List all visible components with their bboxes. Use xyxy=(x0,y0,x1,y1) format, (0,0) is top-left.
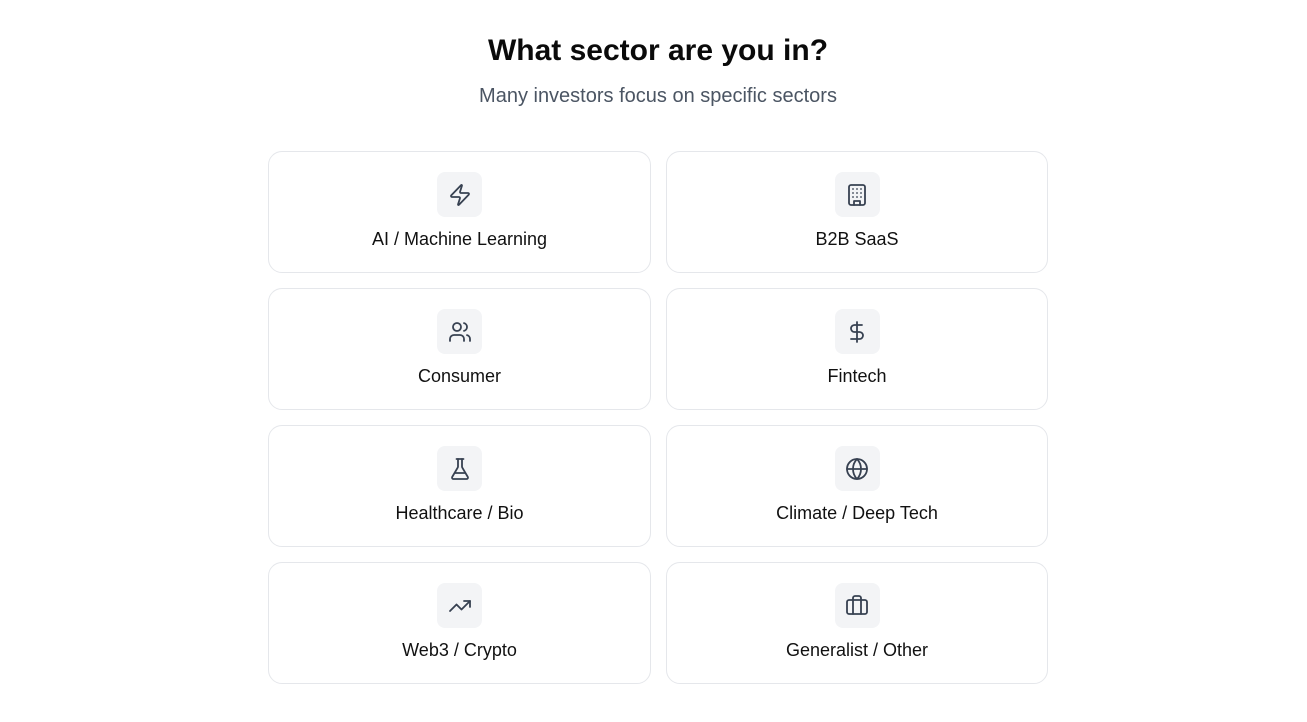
zap-icon xyxy=(449,183,470,206)
sector-icon-box xyxy=(834,583,880,628)
sector-icon-box xyxy=(834,172,880,217)
sector-option-fintech[interactable]: Fintech xyxy=(666,288,1048,410)
sector-icon-box xyxy=(834,309,880,354)
globe-icon xyxy=(846,457,868,480)
page-subtitle: Many investors focus on specific sectors xyxy=(479,85,837,107)
sector-label: Fintech xyxy=(827,366,887,386)
flask-icon xyxy=(450,457,469,480)
sector-option-healthcare-bio[interactable]: Healthcare / Bio xyxy=(268,425,651,547)
sector-icon-box xyxy=(834,446,880,491)
sector-label: Generalist / Other xyxy=(785,640,929,660)
sector-icon-box xyxy=(437,446,482,491)
building-icon xyxy=(848,183,866,206)
sector-label: Healthcare / Bio xyxy=(395,503,524,523)
trending-up-icon xyxy=(448,599,471,612)
users-icon xyxy=(448,321,471,342)
sector-label: Web3 / Crypto xyxy=(402,640,517,660)
sector-label: AI / Machine Learning xyxy=(371,229,548,249)
sector-option-climate-deep-tech[interactable]: Climate / Deep Tech xyxy=(666,425,1048,547)
sector-label: Climate / Deep Tech xyxy=(776,503,938,523)
sector-option-generalist-other[interactable]: Generalist / Other xyxy=(666,562,1048,684)
sector-option-web3-crypto[interactable]: Web3 / Crypto xyxy=(268,562,651,684)
sector-options-grid: AI / Machine Learning B2B SaaS Consumer xyxy=(268,151,1048,684)
sector-icon-box xyxy=(437,309,482,354)
dollar-sign-icon xyxy=(850,320,864,343)
sector-icon-box xyxy=(437,172,482,217)
sector-option-b2b-saas[interactable]: B2B SaaS xyxy=(666,151,1048,273)
sector-option-ai-ml[interactable]: AI / Machine Learning xyxy=(268,151,651,273)
sector-label: Consumer xyxy=(417,366,502,386)
sector-icon-box xyxy=(437,583,482,628)
page-title: What sector are you in? xyxy=(487,34,829,67)
sector-option-consumer[interactable]: Consumer xyxy=(268,288,651,410)
briefcase-icon xyxy=(846,594,868,615)
sector-label: B2B SaaS xyxy=(815,229,899,249)
